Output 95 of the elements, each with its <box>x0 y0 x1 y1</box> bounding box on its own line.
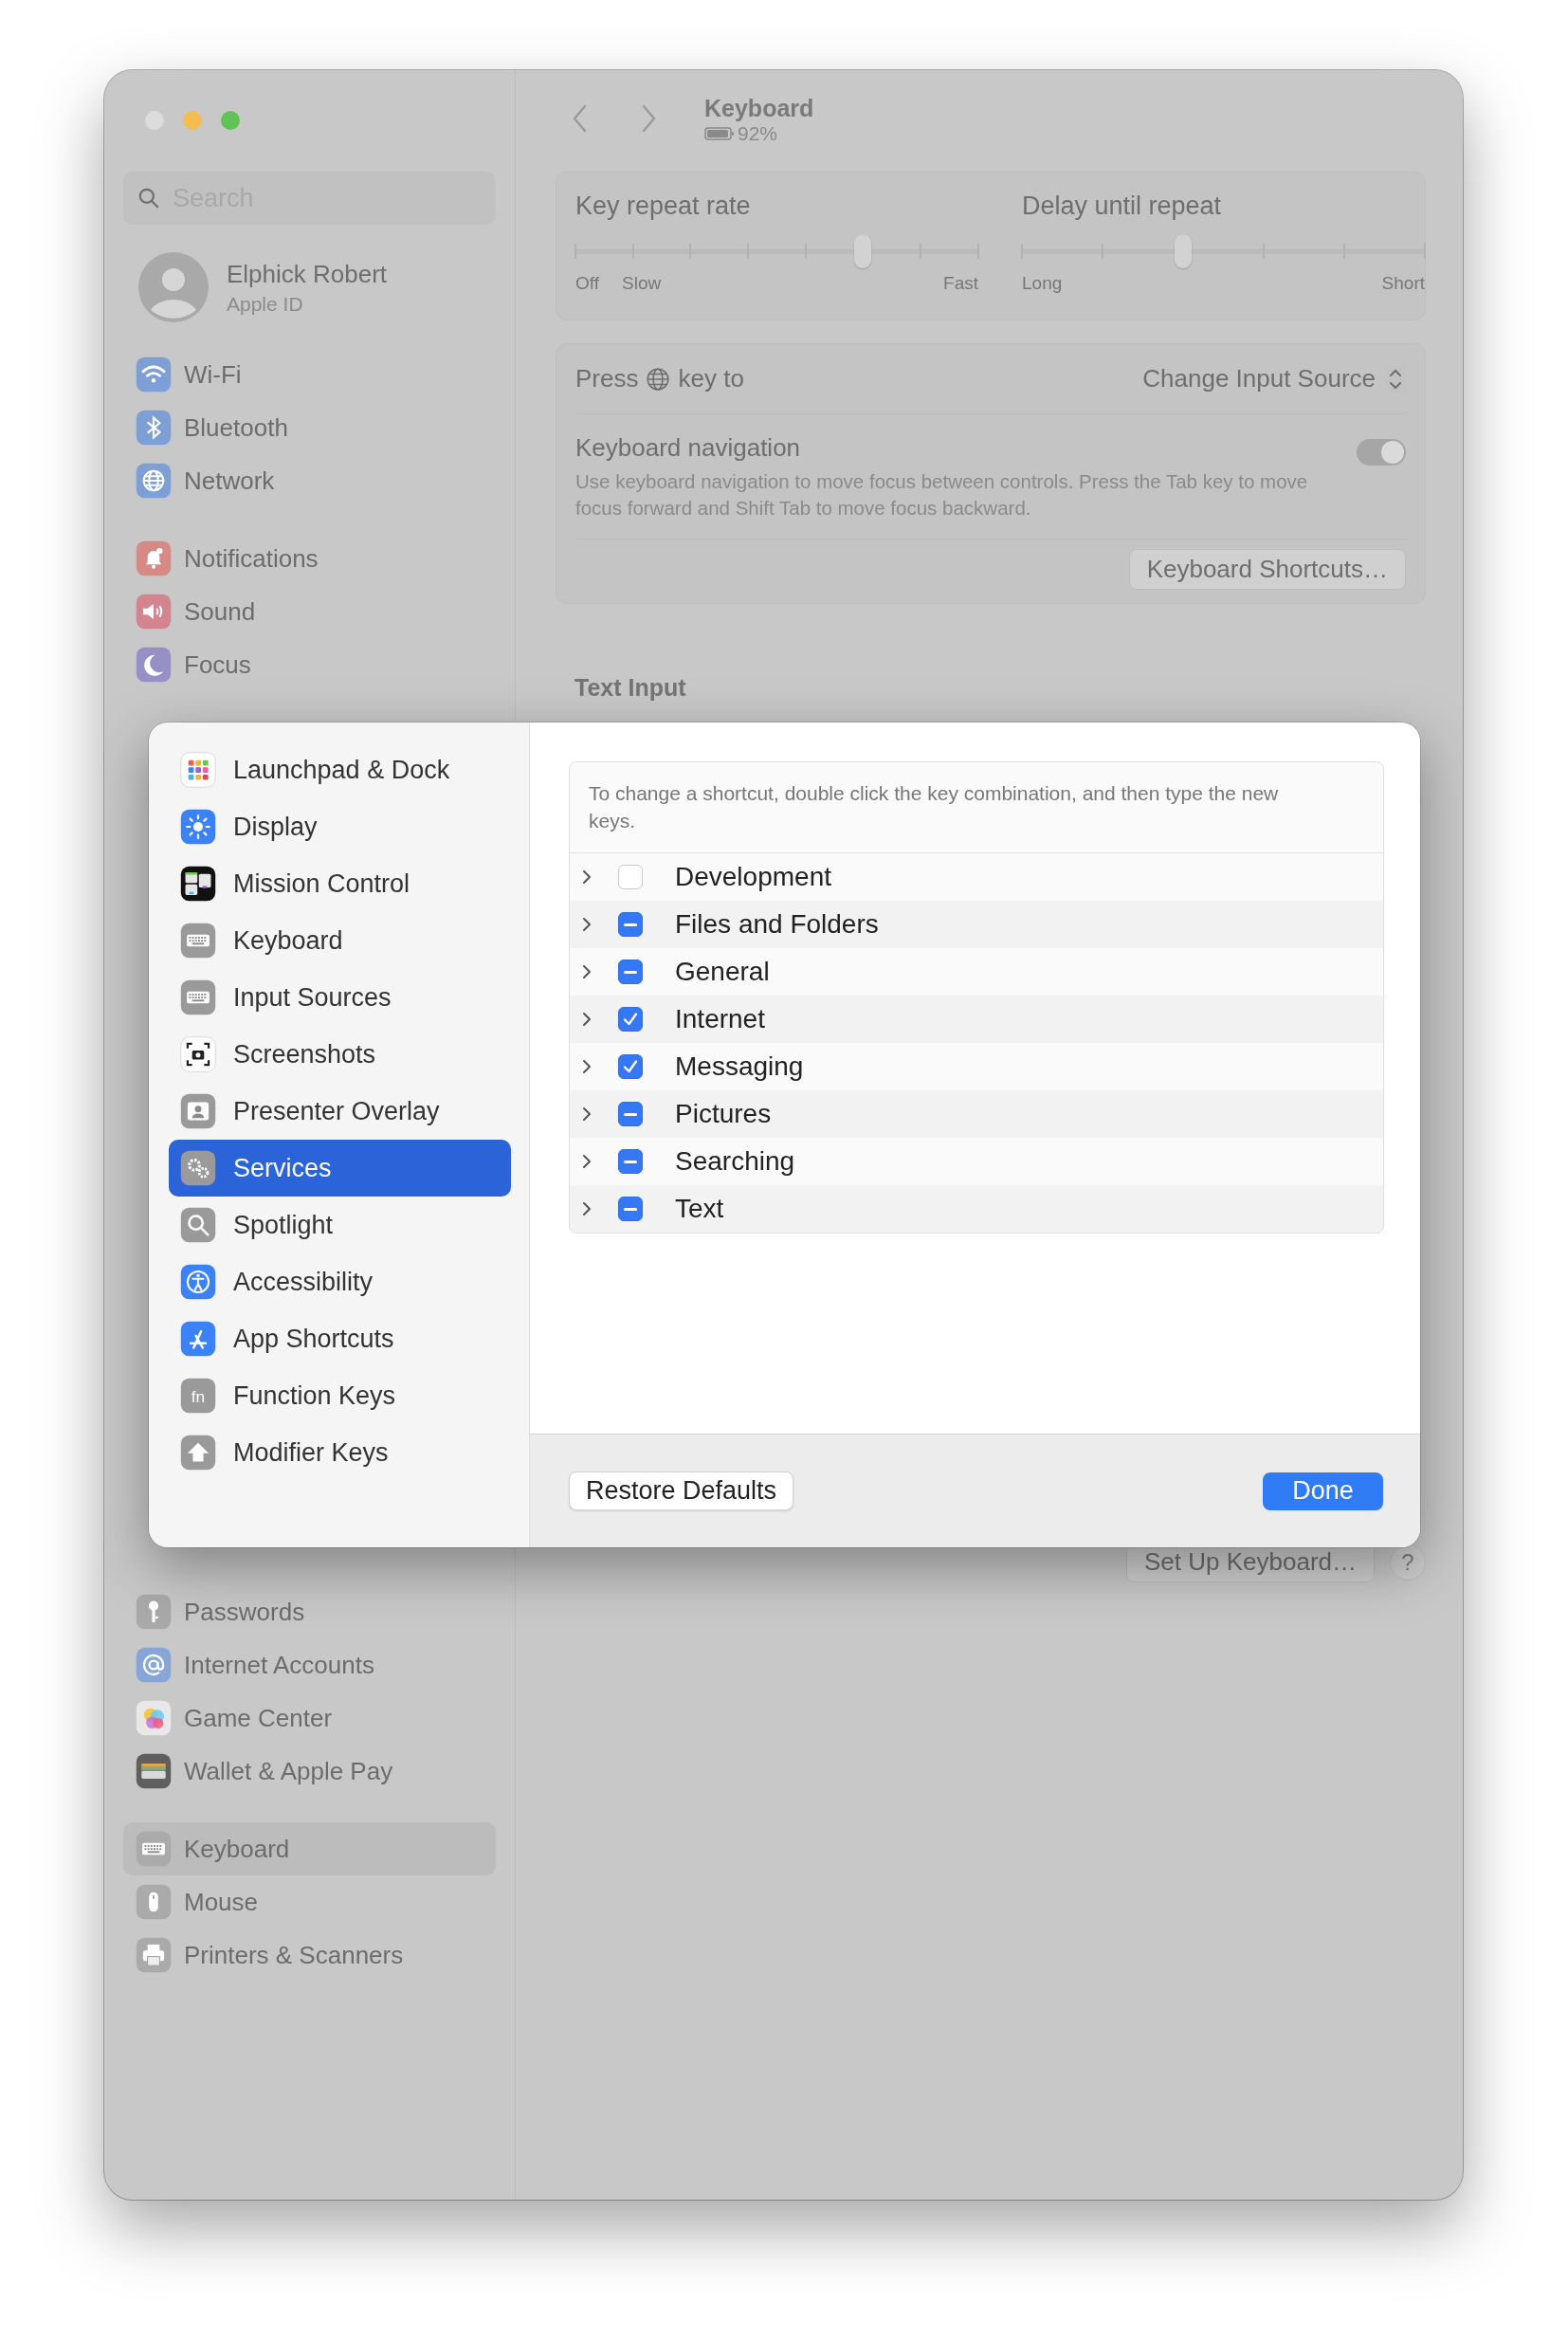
service-category: General <box>675 957 770 987</box>
slider[interactable] <box>575 233 978 269</box>
battery-level: 92% <box>738 122 778 145</box>
globe-icon <box>646 366 671 392</box>
function-key-icon: fn <box>180 1378 216 1414</box>
sidebar-item[interactable]: Mouse <box>123 1875 496 1929</box>
category-item[interactable]: Mission Control <box>169 855 511 912</box>
account-subtitle: Apple ID <box>227 292 304 316</box>
magnifier-icon <box>180 1207 216 1243</box>
keyboard-shortcuts-button[interactable]: Keyboard Shortcuts… <box>1128 549 1406 590</box>
press-label: key to <box>678 364 744 393</box>
keyboard-icon <box>136 1831 172 1867</box>
slider-thumb[interactable] <box>1175 234 1192 268</box>
sidebar-item[interactable]: Internet Accounts <box>123 1638 496 1691</box>
sidebar-item[interactable]: Network <box>123 454 496 507</box>
service-category: Files and Folders <box>675 909 879 940</box>
category-item[interactable]: Display <box>169 798 511 855</box>
category-item[interactable]: Accessibility <box>169 1253 511 1310</box>
setting-title: Keyboard navigation <box>575 433 802 463</box>
tick-label: Fast <box>943 273 978 294</box>
press-label: Press <box>575 364 639 393</box>
sidebar-item[interactable]: Printers & Scanners <box>123 1929 496 1982</box>
windows-icon <box>180 866 216 902</box>
setting-description: Use keyboard navigation to move focus between controls. Press the Tab key to move focus forward and Shift Tab to move focus backward. <box>575 469 1309 521</box>
wifi-icon <box>136 356 172 393</box>
restore-defaults-button[interactable]: Restore Defaults <box>569 1472 794 1510</box>
key-icon <box>136 1594 172 1630</box>
service-category: Searching <box>675 1146 795 1177</box>
globe-icon <box>136 463 172 499</box>
mixed-checkbox[interactable] <box>618 1197 643 1221</box>
bluetooth-icon <box>136 410 172 446</box>
mixed-checkbox[interactable] <box>618 1149 643 1174</box>
sidebar-item[interactable]: Wallet & Apple Pay <box>123 1745 496 1798</box>
tick-label: Short <box>1381 273 1425 294</box>
category-item[interactable]: Input Sources <box>169 969 511 1026</box>
checkbox[interactable] <box>618 1054 643 1079</box>
mixed-checkbox[interactable] <box>618 1102 643 1126</box>
category-item[interactable]: Launchpad & Dock <box>169 741 511 798</box>
input-source-popup[interactable]: Change Input Source <box>1142 364 1406 393</box>
bubbles-icon <box>136 1700 172 1736</box>
speaker-icon <box>136 594 172 630</box>
service-category: Development <box>675 862 831 892</box>
category-item[interactable]: Screenshots <box>169 1026 511 1083</box>
camera-icon <box>180 1036 216 1072</box>
battery-icon <box>704 126 735 141</box>
category-item[interactable]: Modifier Keys <box>169 1424 511 1481</box>
wallet-icon <box>136 1753 172 1789</box>
category-item[interactable]: Presenter Overlay <box>169 1083 511 1140</box>
mixed-checkbox[interactable] <box>618 912 643 937</box>
slider[interactable] <box>1022 233 1425 269</box>
category-item[interactable]: fn Function Keys <box>169 1367 511 1424</box>
service-category: Text <box>675 1194 724 1224</box>
toggle-switch[interactable] <box>1357 439 1406 466</box>
tick-label: Slow <box>622 273 662 294</box>
tick-label: Long <box>1022 273 1063 294</box>
arrow-up-icon <box>180 1435 216 1471</box>
accessibility-icon <box>180 1264 216 1300</box>
category-item[interactable]: Spotlight <box>169 1197 511 1253</box>
page-title: Keyboard <box>704 95 814 122</box>
sidebar-item[interactable]: Bluetooth <box>123 401 496 454</box>
sidebar-item[interactable]: Game Center <box>123 1691 496 1745</box>
sidebar-item[interactable]: Notifications <box>123 532 496 585</box>
sidebar-item[interactable]: Sound <box>123 585 496 638</box>
bell-icon <box>136 540 172 576</box>
tick-label: Off <box>575 273 599 294</box>
checkbox[interactable] <box>618 865 643 889</box>
service-category: Pictures <box>675 1099 772 1129</box>
person-icon <box>180 1093 216 1129</box>
category-item[interactable]: Services <box>169 1140 511 1197</box>
service-category: Internet <box>675 1004 765 1034</box>
checkbox[interactable] <box>618 1007 643 1032</box>
slider-thumb[interactable] <box>854 234 872 268</box>
at-sign-icon <box>136 1647 172 1683</box>
account-name[interactable]: Elphick Robert <box>227 259 388 289</box>
section-heading: Text Input <box>574 674 687 702</box>
moon-icon <box>136 647 172 683</box>
service-category: Messaging <box>675 1051 804 1082</box>
mouse-icon <box>136 1884 172 1920</box>
help-button[interactable]: ? <box>1390 1544 1426 1581</box>
sun-icon <box>180 809 216 845</box>
keyboard-icon <box>180 979 216 1015</box>
done-button[interactable]: Done <box>1263 1472 1383 1510</box>
sidebar-item[interactable]: Passwords <box>123 1585 496 1638</box>
keyboard-icon <box>180 923 216 959</box>
category-item[interactable]: App Shortcuts <box>169 1310 511 1367</box>
slider-label: Key repeat rate <box>575 192 752 221</box>
sidebar-item[interactable]: Keyboard <box>123 1822 496 1875</box>
slider-label: Delay until repeat <box>1022 192 1223 221</box>
printer-icon <box>136 1937 172 1973</box>
grid-icon <box>180 752 216 788</box>
category-item[interactable]: Keyboard <box>169 912 511 969</box>
mixed-checkbox[interactable] <box>618 960 643 984</box>
sidebar-item[interactable]: Wi-Fi <box>123 348 496 401</box>
search-icon <box>137 186 161 210</box>
sidebar-item[interactable]: Focus <box>123 638 496 691</box>
